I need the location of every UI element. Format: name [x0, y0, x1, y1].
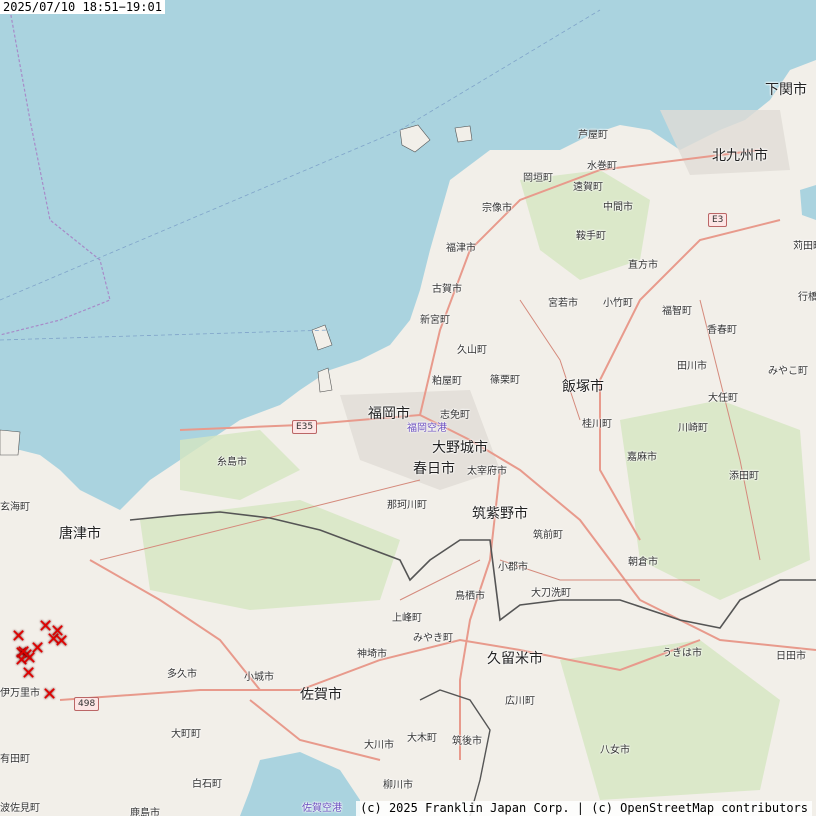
- place-tachiarai: 大刀洗町: [531, 588, 571, 599]
- place-arita: 有田町: [0, 754, 30, 765]
- place-fukuoka: 福岡市: [368, 406, 410, 422]
- place-chikugo: 筑後市: [452, 736, 482, 747]
- place-onojo: 大野城市: [432, 440, 488, 456]
- island-nokonoshima: [317, 367, 333, 393]
- road-shield-e35: E35: [292, 420, 318, 434]
- forest-area: [140, 500, 400, 610]
- place-kitakyushu: 北九州市: [712, 148, 768, 164]
- place-hita: 日田市: [776, 651, 806, 662]
- place-okawa: 大川市: [364, 740, 394, 751]
- map-view[interactable]: 福岡市 北九州市 下関市 飯塚市 久留米市 佐賀市 唐津市 春日市 大野城市 筑…: [0, 0, 816, 816]
- place-ogi: 小城市: [244, 672, 274, 683]
- place-taku: 多久市: [167, 669, 197, 680]
- place-nogata: 直方市: [628, 260, 658, 271]
- place-kamimine: 上峰町: [392, 613, 422, 624]
- event-marker[interactable]: ✕: [21, 665, 36, 683]
- place-karatsu: 唐津市: [59, 526, 101, 542]
- place-hisayama: 久山町: [457, 345, 487, 356]
- place-saga-airport: 佐賀空港: [302, 803, 342, 814]
- place-kawasaki: 川崎町: [678, 423, 708, 434]
- place-miyako: みやこ町: [768, 366, 808, 377]
- place-kanda: 苅田町: [793, 241, 816, 252]
- ariake-sea: [240, 752, 360, 816]
- place-iizuka: 飯塚市: [562, 379, 604, 395]
- place-mizumaki: 水巻町: [587, 161, 617, 172]
- place-koga: 古賀市: [432, 284, 462, 295]
- place-onga: 遠賀町: [573, 182, 603, 193]
- place-imari: 伊万里市: [0, 688, 40, 699]
- place-fukuchi: 福智町: [662, 306, 692, 317]
- place-ogori: 小郡市: [498, 562, 528, 573]
- place-keisen: 桂川町: [582, 419, 612, 430]
- place-sasaguri: 篠栗町: [490, 375, 520, 386]
- prefecture-boundary: [419, 689, 491, 816]
- place-kanzaki: 神埼市: [357, 649, 387, 660]
- island-west: [0, 429, 21, 456]
- place-chikuzen: 筑前町: [533, 530, 563, 541]
- event-marker[interactable]: ✕: [16, 644, 31, 662]
- place-omachi: 大町町: [171, 729, 201, 740]
- place-shimonoseki: 下関市: [765, 82, 807, 98]
- place-ukiha: うきは市: [662, 648, 702, 659]
- island-small: [454, 125, 473, 143]
- place-ashiya: 芦屋町: [578, 130, 608, 141]
- place-hasami: 波佐見町: [0, 803, 40, 814]
- place-genkai: 玄海町: [0, 502, 30, 513]
- place-soeda: 添田町: [729, 471, 759, 482]
- place-chikushino: 筑紫野市: [472, 506, 528, 522]
- place-kasuya: 粕屋町: [432, 376, 462, 387]
- place-otou: 大任町: [708, 393, 738, 404]
- place-tosu: 鳥栖市: [455, 591, 485, 602]
- event-marker[interactable]: ✕: [54, 633, 69, 651]
- place-kurate: 鞍手町: [576, 231, 606, 242]
- place-kurume: 久留米市: [487, 651, 543, 667]
- place-shime: 志免町: [440, 410, 470, 421]
- map-attribution: (c) 2025 Franklin Japan Corp. | (c) Open…: [356, 801, 812, 816]
- place-kasuga: 春日市: [413, 461, 455, 477]
- timestamp-label: 2025/07/10 18:51−19:01: [0, 0, 165, 14]
- place-miyawaka: 宮若市: [548, 298, 578, 309]
- event-marker[interactable]: ✕: [42, 686, 57, 704]
- place-asakura: 朝倉市: [628, 557, 658, 568]
- place-yukuhashi: 行橋市: [798, 292, 816, 303]
- place-shiroishi: 白石町: [192, 779, 222, 790]
- urban-area: [660, 110, 790, 175]
- place-itoshima: 糸島市: [217, 457, 247, 468]
- place-shingu: 新宮町: [420, 315, 450, 326]
- place-nakama: 中間市: [603, 202, 633, 213]
- road-shield-e3: E3: [708, 213, 728, 227]
- place-saga: 佐賀市: [300, 687, 342, 703]
- forest-area: [620, 400, 810, 600]
- east-sea: [800, 185, 816, 220]
- place-fukutsu: 福津市: [446, 243, 476, 254]
- place-dazaifu: 太宰府市: [467, 466, 507, 477]
- place-yanagawa: 柳川市: [383, 780, 413, 791]
- place-miyaki: みやき町: [413, 633, 453, 644]
- place-yame: 八女市: [600, 745, 630, 756]
- place-fukuoka-airport: 福岡空港: [407, 423, 447, 434]
- place-nakagawa: 那珂川町: [387, 500, 427, 511]
- place-kotake: 小竹町: [603, 298, 633, 309]
- place-kashima: 鹿島市: [130, 808, 160, 816]
- place-oki: 大木町: [407, 733, 437, 744]
- place-tagawa: 田川市: [677, 361, 707, 372]
- place-munakata: 宗像市: [482, 203, 512, 214]
- place-okagaki: 岡垣町: [523, 173, 553, 184]
- place-hirokawa: 広川町: [505, 696, 535, 707]
- road-shield-498: 498: [74, 697, 100, 711]
- place-kama: 嘉麻市: [627, 452, 657, 463]
- place-kawara: 香春町: [707, 325, 737, 336]
